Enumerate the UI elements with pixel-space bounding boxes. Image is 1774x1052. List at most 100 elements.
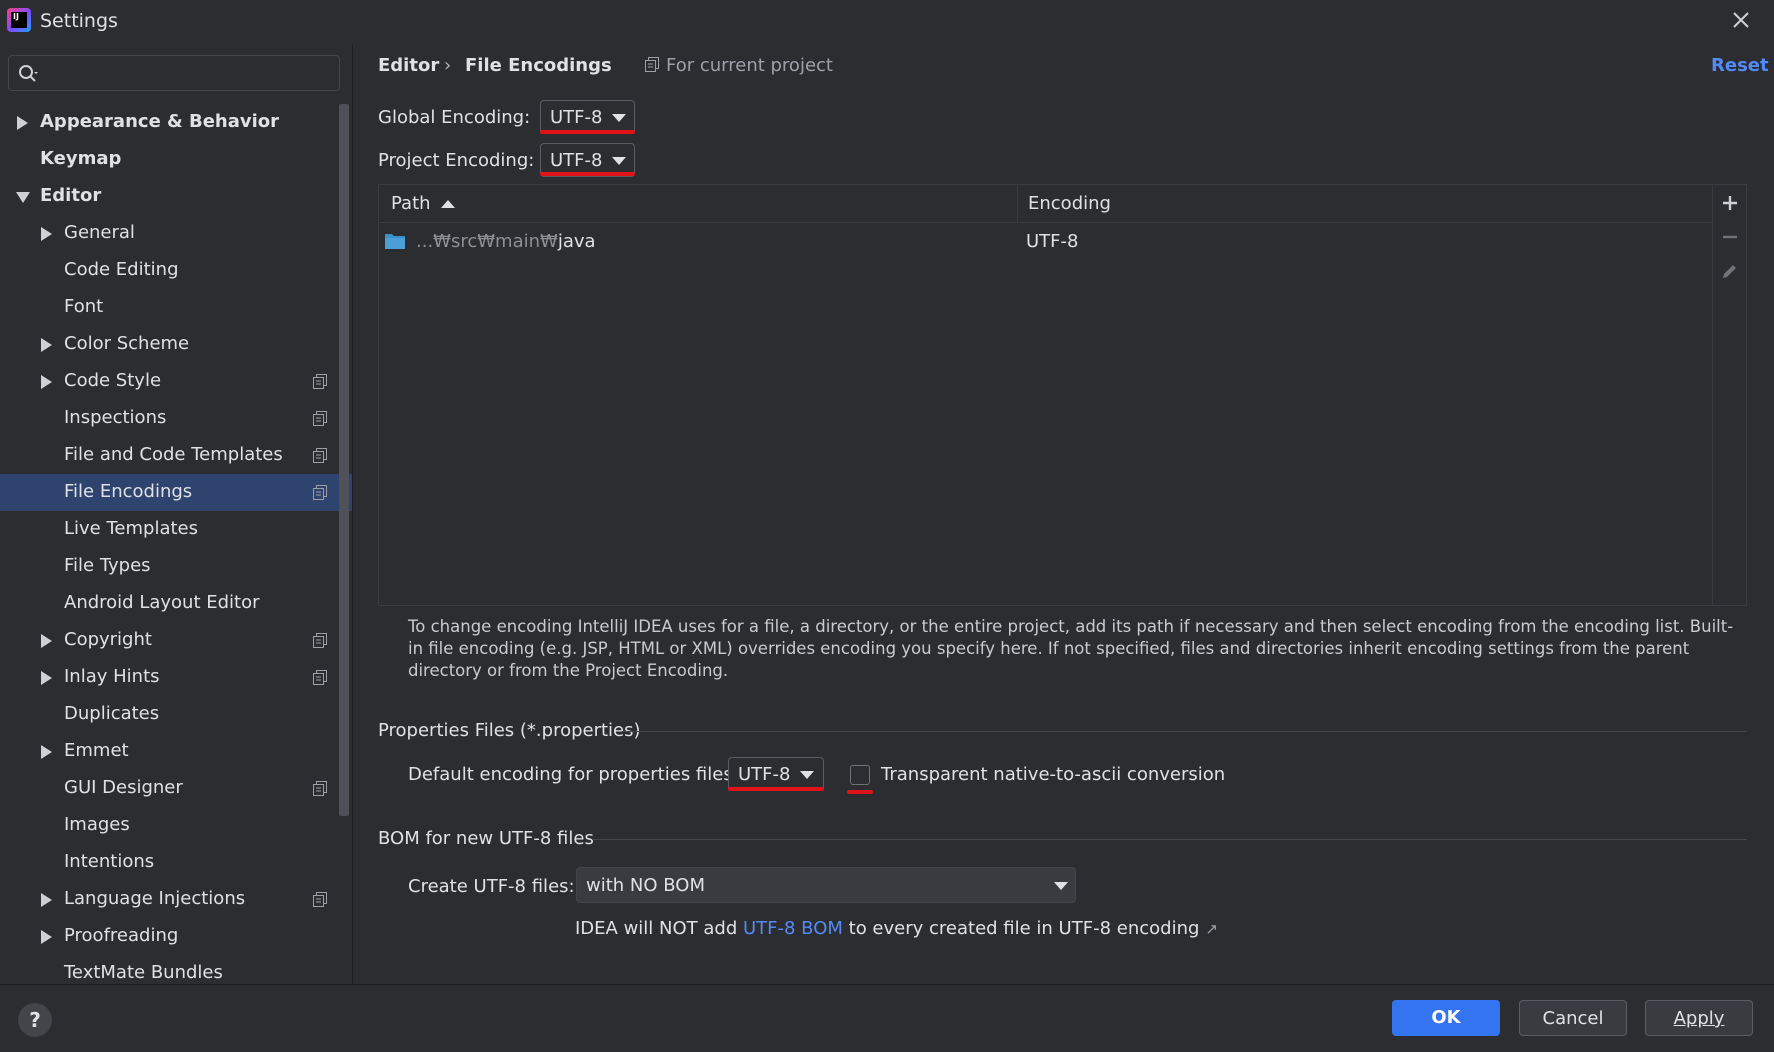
tree-item-label: Android Layout Editor (64, 592, 260, 613)
column-header-encoding[interactable]: Encoding (1028, 193, 1111, 214)
tree-item[interactable]: File and Code Templates (0, 437, 352, 474)
tree-item-label: Appearance & Behavior (40, 111, 280, 132)
tree-item[interactable]: Inlay Hints (0, 659, 352, 696)
reset-link[interactable]: Reset (1711, 55, 1769, 76)
project-scope-icon (313, 781, 327, 796)
settings-tree: Appearance & Behavior Keymap Editor Gene… (0, 104, 352, 984)
tree-item[interactable]: Appearance & Behavior (0, 104, 352, 141)
path-tail: java (557, 231, 596, 252)
sort-ascending-icon (441, 200, 455, 208)
remove-icon[interactable] (1720, 227, 1740, 247)
chevron-down-icon (612, 114, 626, 122)
project-scope-icon (313, 485, 327, 500)
tree-item[interactable]: Font (0, 289, 352, 326)
tree-item[interactable]: Emmet (0, 733, 352, 770)
tree-item-label: Inlay Hints (64, 666, 160, 687)
project-scope-icon (313, 374, 327, 389)
tree-item[interactable]: Duplicates (0, 696, 352, 733)
encoding-cell[interactable]: UTF-8 (1026, 231, 1078, 252)
path-prefix: ...₩src₩main₩ (416, 231, 558, 252)
chevron-down-icon (1054, 882, 1068, 890)
expand-arrow-icon[interactable] (41, 338, 52, 352)
tree-item[interactable]: Images (0, 807, 352, 844)
tree-item[interactable]: Color Scheme (0, 326, 352, 363)
expand-arrow-icon[interactable] (41, 745, 52, 759)
tree-item-label: File Encodings (64, 481, 193, 502)
properties-section-title: Properties Files (*.properties) (378, 720, 641, 741)
tree-item[interactable]: Code Editing (0, 252, 352, 289)
section-divider (592, 839, 1747, 840)
help-button[interactable]: ? (18, 1003, 52, 1037)
expand-arrow-icon[interactable] (41, 227, 52, 241)
tree-item[interactable]: Editor (0, 178, 352, 215)
tree-item-label: Emmet (64, 740, 129, 761)
column-header-path[interactable]: Path (391, 193, 431, 214)
tree-item-label: Live Templates (64, 518, 198, 539)
close-icon[interactable] (1727, 6, 1755, 34)
table-toolbar (1712, 185, 1746, 605)
tree-item[interactable]: Live Templates (0, 511, 352, 548)
chevron-down-icon (800, 771, 814, 779)
window-title: Settings (40, 10, 118, 32)
tree-item-label: Intentions (64, 851, 155, 872)
tree-item[interactable]: Keymap (0, 141, 352, 178)
properties-encoding-combo[interactable]: UTF-8 (728, 757, 824, 791)
expand-arrow-icon[interactable] (41, 893, 52, 907)
search-icon (17, 63, 39, 85)
tree-item-label: TextMate Bundles (64, 962, 223, 983)
expand-arrow-icon[interactable] (41, 930, 52, 944)
expand-arrow-icon[interactable] (41, 671, 52, 685)
bom-section-title: BOM for new UTF-8 files (378, 828, 594, 849)
project-scope-icon (313, 670, 327, 685)
table-row[interactable]: ...₩src₩main₩java UTF-8 (379, 223, 1712, 261)
tree-item-label: Language Injections (64, 888, 246, 909)
red-highlight-underline (540, 130, 635, 134)
intellij-app-icon: IJ (7, 8, 31, 32)
project-scope-icon (313, 448, 327, 463)
red-highlight-underline (540, 172, 635, 176)
project-encoding-label: Project Encoding: (378, 150, 535, 171)
transparent-ascii-checkbox[interactable] (850, 765, 870, 785)
tree-item[interactable]: GUI Designer (0, 770, 352, 807)
cancel-button[interactable]: Cancel (1519, 1000, 1627, 1036)
tree-item[interactable]: Code Style (0, 363, 352, 400)
settings-search-box[interactable] (8, 55, 340, 91)
column-divider[interactable] (1017, 185, 1018, 223)
sidebar-scrollbar[interactable] (339, 104, 349, 816)
path-cell: ...₩src₩main₩java (416, 231, 596, 252)
tree-item-label: Keymap (40, 148, 122, 169)
tree-item[interactable]: Proofreading (0, 918, 352, 955)
tree-item[interactable]: TextMate Bundles (0, 955, 352, 984)
tree-item-label: Images (64, 814, 130, 835)
add-icon[interactable] (1720, 193, 1740, 213)
project-scope-icon (313, 633, 327, 648)
table-header: Path Encoding (379, 185, 1712, 223)
tree-item[interactable]: Copyright (0, 622, 352, 659)
tree-item-label: Copyright (64, 629, 152, 650)
ok-button[interactable]: OK (1392, 1000, 1500, 1036)
expand-arrow-icon[interactable] (41, 375, 52, 389)
edit-pencil-icon[interactable] (1720, 261, 1740, 281)
tree-item[interactable]: General (0, 215, 352, 252)
path-encoding-table: Path Encoding ...₩src₩main₩java UTF-8 (378, 184, 1747, 606)
bom-mode-combo[interactable]: with NO BOM (576, 867, 1076, 903)
tree-item[interactable]: Intentions (0, 844, 352, 881)
transparent-ascii-label[interactable]: Transparent native-to-ascii conversion (881, 764, 1225, 785)
external-link-icon[interactable]: ↗ (1205, 920, 1218, 938)
global-encoding-label: Global Encoding: (378, 107, 531, 128)
search-input[interactable] (45, 61, 330, 85)
utf8-bom-link[interactable]: UTF-8 BOM (743, 918, 843, 939)
expand-arrow-icon[interactable] (41, 634, 52, 648)
tree-item[interactable]: Android Layout Editor (0, 585, 352, 622)
tree-item-label: Proofreading (64, 925, 179, 946)
global-encoding-combo[interactable]: UTF-8 (540, 100, 635, 134)
collapse-arrow-icon[interactable] (16, 192, 30, 203)
expand-arrow-icon[interactable] (17, 116, 28, 130)
apply-button[interactable]: Apply (1645, 1000, 1753, 1036)
tree-item-label: Font (64, 296, 104, 317)
tree-item[interactable]: Language Injections (0, 881, 352, 918)
tree-item-selected[interactable]: File Encodings (0, 474, 352, 511)
tree-item[interactable]: File Types (0, 548, 352, 585)
breadcrumb-parent[interactable]: Editor (378, 55, 439, 76)
tree-item[interactable]: Inspections (0, 400, 352, 437)
